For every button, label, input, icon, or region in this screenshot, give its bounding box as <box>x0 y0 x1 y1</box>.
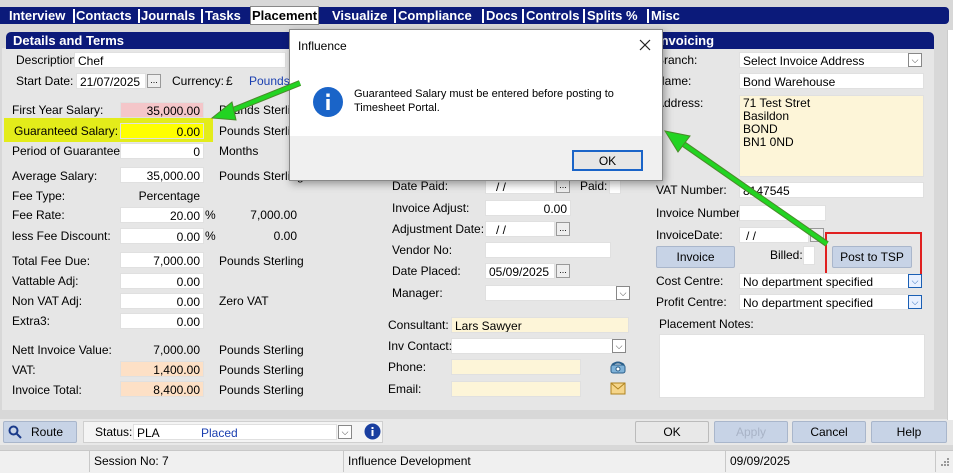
arrow-to-guaranteed-salary <box>210 80 302 121</box>
arrow-from-post-to-tsp <box>663 130 829 247</box>
annotation-arrows <box>210 80 829 247</box>
